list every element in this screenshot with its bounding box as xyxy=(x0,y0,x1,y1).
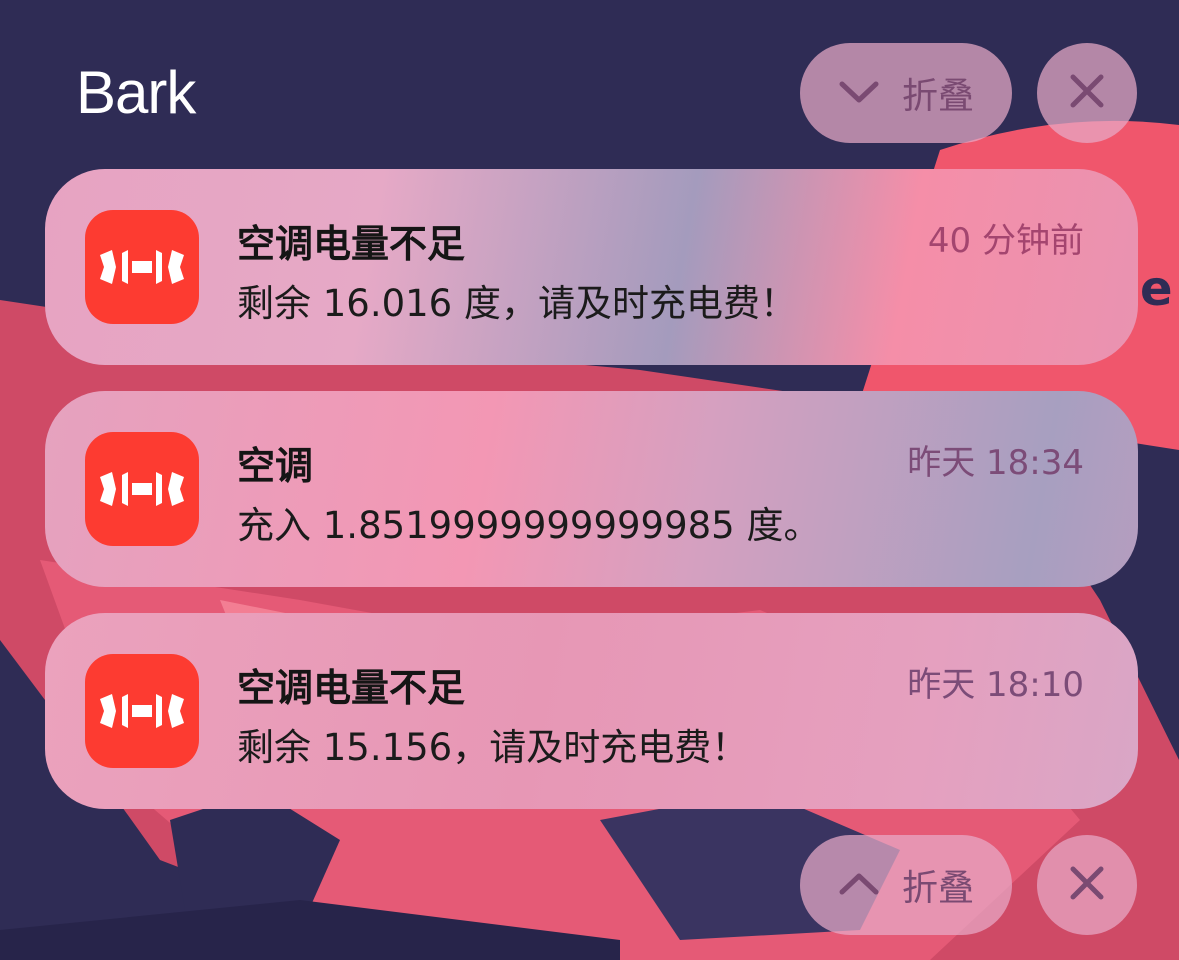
svg-text:e: e xyxy=(1140,261,1173,317)
collapse-button-top[interactable]: 折叠 xyxy=(800,43,1012,143)
collapse-label: 折叠 xyxy=(901,76,974,117)
notification-body: 剩余 15.156，请及时充电费！ xyxy=(237,726,749,769)
notification-card[interactable]: 空调电量不足 剩余 16.016 度，请及时充电费！ 40 分钟前 xyxy=(45,169,1138,365)
collapse-label: 折叠 xyxy=(901,868,974,909)
notification-title: 空调电量不足 xyxy=(237,222,466,266)
notification-time: 昨天 18:10 xyxy=(907,665,1084,705)
close-icon xyxy=(1068,864,1106,906)
chevron-down-icon xyxy=(838,73,880,114)
notification-card[interactable]: 空调电量不足 剩余 15.156，请及时充电费！ 昨天 18:10 xyxy=(45,613,1138,809)
clear-button-bottom[interactable] xyxy=(1037,835,1137,935)
notification-body: 剩余 16.016 度，请及时充电费！ xyxy=(237,282,797,325)
bark-bell-icon xyxy=(85,210,199,324)
notification-title: 空调电量不足 xyxy=(237,666,466,710)
clear-button-top[interactable] xyxy=(1037,43,1137,143)
chevron-up-icon xyxy=(838,865,880,906)
notification-time: 40 分钟前 xyxy=(927,221,1084,261)
bark-bell-icon xyxy=(85,432,199,546)
notification-time: 昨天 18:34 xyxy=(907,443,1084,483)
notification-body: 充入 1.8519999999999985 度。 xyxy=(237,504,821,547)
notification-title: 空调 xyxy=(237,444,314,488)
notification-card[interactable]: 空调 充入 1.8519999999999985 度。 昨天 18:34 xyxy=(45,391,1138,587)
bark-bell-icon xyxy=(85,654,199,768)
close-icon xyxy=(1068,72,1106,114)
app-group-title: Bark xyxy=(76,59,196,126)
collapse-button-bottom[interactable]: 折叠 xyxy=(800,835,1012,935)
